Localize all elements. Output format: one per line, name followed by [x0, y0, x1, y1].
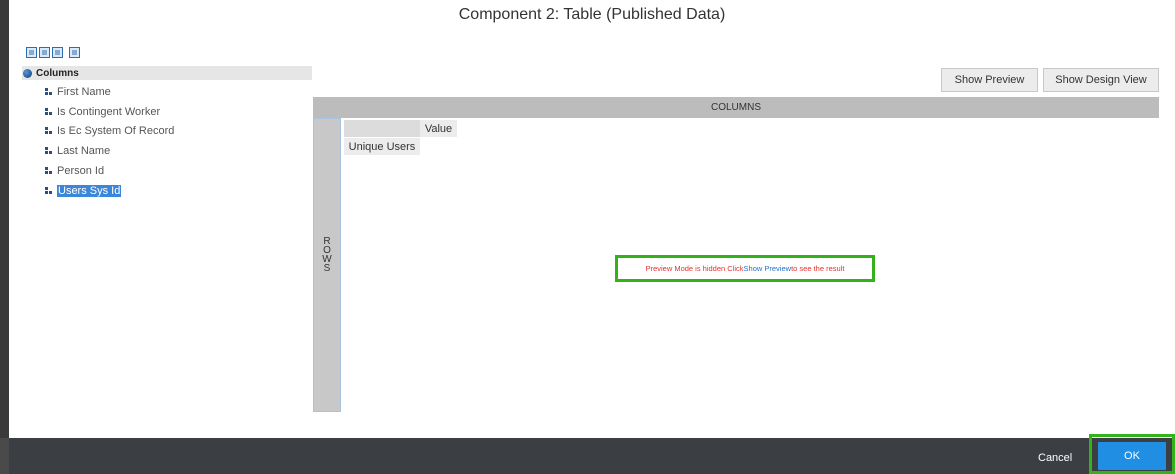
- tree-root-label: Columns: [36, 67, 79, 79]
- show-preview-button[interactable]: Show Preview: [941, 68, 1038, 92]
- field-label: Person Id: [57, 165, 105, 178]
- show-design-view-button[interactable]: Show Design View: [1043, 68, 1159, 92]
- field-label: Is Contingent Worker: [57, 105, 161, 118]
- checkbox-icon[interactable]: [52, 47, 63, 58]
- field-list: First Name Is Contingent Worker Is Ec Sy…: [45, 82, 174, 201]
- cancel-button[interactable]: Cancel: [1038, 452, 1072, 464]
- field-icon: [45, 107, 52, 116]
- rows-label: R O W S: [322, 236, 332, 274]
- value-column-header[interactable]: Value: [420, 120, 457, 137]
- preview-message-suffix: to see the result: [791, 264, 845, 273]
- field-item-is-ec-system-of-record[interactable]: Is Ec System Of Record: [45, 122, 174, 142]
- field-icon: [45, 87, 52, 96]
- preview-hidden-message: Preview Mode is hidden Click Show Previe…: [615, 255, 875, 282]
- field-item-last-name[interactable]: Last Name: [45, 141, 174, 161]
- tree-root-columns[interactable]: Columns: [22, 66, 312, 80]
- field-item-is-contingent-worker[interactable]: Is Contingent Worker: [45, 102, 174, 122]
- rows-drop-zone[interactable]: R O W S: [313, 118, 341, 412]
- field-label: Is Ec System Of Record: [57, 125, 175, 138]
- field-icon: [45, 127, 52, 135]
- new-icon[interactable]: [26, 47, 37, 58]
- toolbar: [26, 47, 80, 61]
- dialog-footer: [9, 438, 1175, 474]
- window-edge: [0, 0, 9, 438]
- preview-message-link[interactable]: Show Preview: [744, 264, 792, 273]
- dialog-title: Component 2: Table (Published Data): [458, 6, 726, 23]
- field-label-selected: Users Sys Id: [57, 184, 122, 197]
- unique-users-row-header[interactable]: Unique Users: [344, 138, 420, 155]
- columns-drop-zone[interactable]: COLUMNS: [313, 97, 1159, 118]
- field-item-first-name[interactable]: First Name: [45, 82, 174, 102]
- ok-button[interactable]: OK: [1098, 442, 1166, 470]
- field-label: Last Name: [57, 145, 111, 158]
- database-icon[interactable]: [39, 47, 50, 58]
- field-item-users-sys-id[interactable]: Users Sys Id: [45, 181, 174, 201]
- preview-message-text: Preview Mode is hidden Click: [645, 264, 744, 273]
- globe-icon: [23, 68, 32, 78]
- save-icon[interactable]: [69, 47, 80, 58]
- field-icon: [45, 147, 52, 155]
- field-icon: [45, 186, 52, 195]
- field-label: First Name: [57, 85, 111, 98]
- field-item-person-id[interactable]: Person Id: [45, 161, 174, 181]
- field-icon: [45, 167, 52, 175]
- grid-corner-cell: [344, 120, 420, 137]
